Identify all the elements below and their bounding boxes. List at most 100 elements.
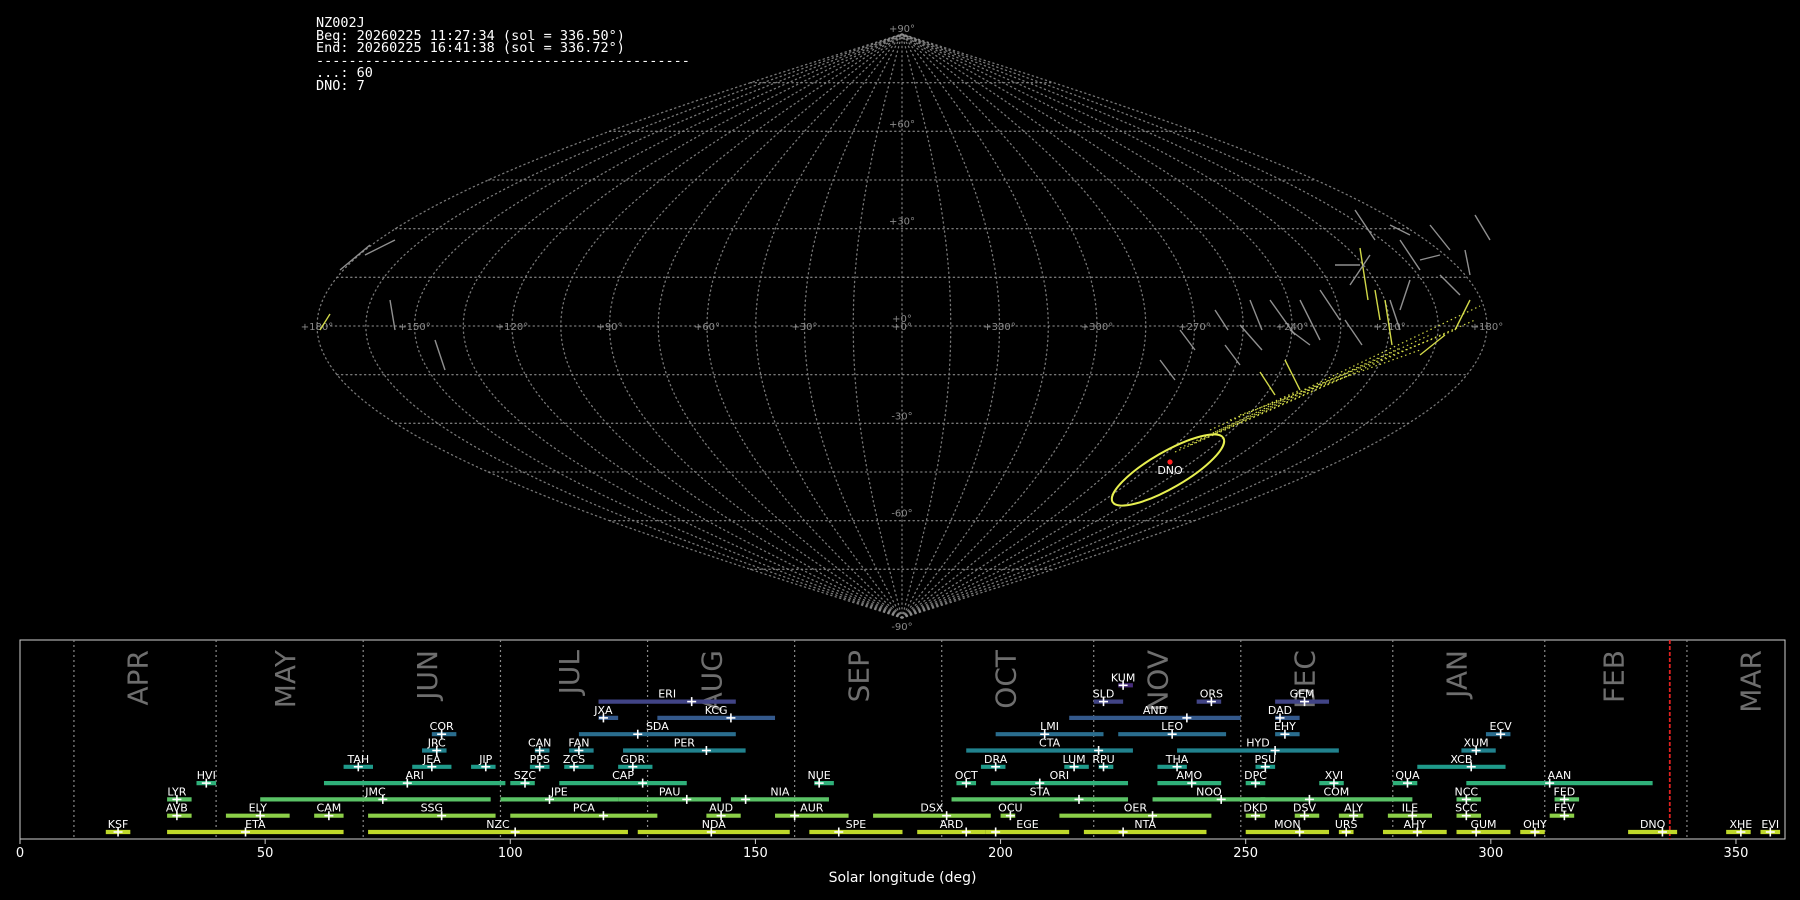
meteor-trail [1319, 289, 1341, 321]
shower-label: AND [1143, 704, 1167, 717]
shower-label: DKD [1243, 802, 1267, 815]
shower-label: XUM [1464, 737, 1489, 750]
longitude-label: +0° [892, 322, 912, 333]
figure: +90° +60° +30° +0° -30° -60° -90° +180° +150° +12… [16, 24, 1786, 886]
longitude-label: +150° [398, 322, 430, 333]
shower-label: EVI [1761, 818, 1779, 831]
shower-label: DSX [920, 802, 943, 815]
shower-label: SPE [846, 818, 867, 831]
shower-label: XCB [1450, 753, 1472, 766]
shower-label: PAU [659, 785, 681, 798]
month-label: FEB [1597, 650, 1630, 703]
shower-label: JRC [427, 737, 446, 750]
shower-label: GEM [1290, 688, 1315, 701]
longitude-label: +30° [791, 322, 817, 333]
x-tick-label: 300 [1478, 846, 1503, 861]
month-label: JAN [1441, 650, 1474, 700]
shower-label: ORS [1200, 688, 1223, 701]
shower-label: JMC [364, 785, 386, 798]
meteor-trail [1439, 274, 1461, 296]
meteor-trail [1344, 319, 1363, 346]
shower-label: OCT [955, 769, 978, 782]
shower-label: LEO [1161, 720, 1183, 733]
meteor-trail [1389, 224, 1411, 236]
longitude-label: +60° [694, 322, 720, 333]
meteor-trail [1214, 309, 1229, 331]
month-label: MAR [1735, 650, 1768, 713]
dno-meteor-trail [1174, 374, 1351, 453]
longitude-label: +180° [301, 322, 333, 333]
latitude-label: -60° [891, 509, 912, 520]
shower-label: FED [1554, 785, 1576, 798]
shower-label: ORI [1050, 769, 1070, 782]
shower-label: CAP [612, 769, 634, 782]
longitude-label: +90° [596, 322, 622, 333]
shower-label: JEA [422, 753, 441, 766]
meteor-trail [1474, 214, 1491, 241]
shower-label: XHE [1729, 818, 1752, 831]
shower-label: ILE [1402, 802, 1418, 815]
latitude-label: -90° [891, 622, 912, 633]
shower-label: GDR [621, 753, 646, 766]
dno-meteor-trail [1359, 247, 1369, 301]
shower-label: GUM [1470, 818, 1496, 831]
longitude-label: +300° [1081, 322, 1113, 333]
shower-label: CTA [1039, 737, 1061, 750]
shower-label: OHY [1523, 818, 1547, 831]
shower-label: COR [430, 720, 454, 733]
shower-label: AMO [1176, 769, 1202, 782]
x-tick-label: 150 [743, 846, 768, 861]
meteor-trail [1224, 344, 1241, 366]
shower-label: AUD [709, 802, 733, 815]
shower-label: RPU [1092, 753, 1114, 766]
shower-label: FAN [568, 737, 589, 750]
month-label: APR [122, 650, 155, 706]
x-tick-label: 0 [16, 846, 24, 861]
meteor-trail [1354, 209, 1376, 241]
meteor-trail [364, 239, 396, 256]
shower-label: JXA [593, 704, 613, 717]
meteor-trail [1299, 299, 1321, 341]
dno-meteor-trail [1284, 359, 1301, 391]
shower-label: TAH [346, 753, 369, 766]
shower-label: DAD [1268, 704, 1292, 717]
shower-timeline: APR MAY JUN JUL AUG SEP OCT NOV DEC JAN FEB MARKSF E… [16, 639, 1786, 886]
shower-label: KUM [1111, 671, 1135, 684]
latitude-label: +90° [889, 24, 915, 35]
shower-label: NDA [702, 818, 727, 831]
shower-label: ALY [1344, 802, 1363, 815]
shower-label: JPE [550, 785, 568, 798]
longitude-label: +270° [1178, 322, 1210, 333]
meteor-trail [434, 339, 446, 371]
shower-label: NUE [808, 769, 831, 782]
shower-label: AAN [1548, 769, 1572, 782]
meteor-trail [1399, 279, 1411, 311]
shower-label: ARI [405, 769, 423, 782]
shower-label: ERI [658, 688, 676, 701]
longitude-label: +120° [496, 322, 528, 333]
meteor-trail [1239, 324, 1263, 351]
shower-label: NZC [486, 818, 510, 831]
shower-label: EGE [1016, 818, 1038, 831]
shower-label: HYD [1246, 737, 1269, 750]
shower-label: CAM [317, 802, 342, 815]
shower-label: SLD [1093, 688, 1115, 701]
x-tick-label: 200 [988, 846, 1013, 861]
shower-label: COM [1323, 785, 1349, 798]
shower-label: DNO [1640, 818, 1666, 831]
shower-label: SZC [514, 769, 537, 782]
dno-meteor-trail [1179, 347, 1401, 449]
sky-map: +90° +60° +30° +0° -30° -60° -90° +180° +150° +12… [301, 24, 1503, 633]
shower-label: LUM [1063, 753, 1086, 766]
shower-label: AHY [1404, 818, 1427, 831]
shower-label: CAN [528, 737, 551, 750]
month-label: JUN [411, 650, 444, 702]
shower-label: KCG [705, 704, 728, 717]
shower-label: ZCS [563, 753, 585, 766]
shower-label: SDA [646, 720, 669, 733]
x-tick-label: 350 [1724, 846, 1749, 861]
shower-label: DPC [1244, 769, 1267, 782]
shower-label: ARD [940, 818, 964, 831]
shower-label: LYR [167, 785, 186, 798]
x-axis-label: Solar longitude (deg) [829, 870, 977, 886]
